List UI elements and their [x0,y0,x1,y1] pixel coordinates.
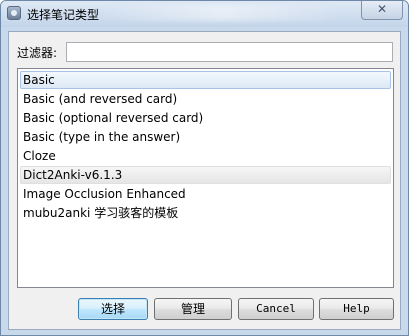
help-button[interactable]: Help [319,298,394,320]
app-icon [7,6,21,20]
list-item-basic-type-answer[interactable]: Basic (type in the answer) [20,128,391,146]
list-item-image-occlusion[interactable]: Image Occlusion Enhanced [20,185,391,203]
title-bar[interactable]: 选择笔记类型 ✕ [1,1,408,27]
filter-input[interactable] [66,42,393,62]
manage-button[interactable]: 管理 [154,298,232,320]
title-bar-glass-reflection [97,5,347,21]
list-item-dict2anki[interactable]: Dict2Anki-v6.1.3 [20,166,391,184]
dialog-body: 过滤器: Basic Basic (and reversed card) Bas… [8,31,401,330]
list-item-basic-optional-reversed[interactable]: Basic (optional reversed card) [20,109,391,127]
note-type-list[interactable]: Basic Basic (and reversed card) Basic (o… [17,68,394,288]
list-item-basic[interactable]: Basic [20,71,391,89]
list-item-mubu2anki[interactable]: mubu2anki 学习骇客的模板 [20,204,391,222]
cancel-button[interactable]: Cancel [238,298,314,320]
list-item-basic-reversed[interactable]: Basic (and reversed card) [20,90,391,108]
choose-button[interactable]: 选择 [78,298,148,320]
close-button[interactable]: ✕ [361,1,403,20]
filter-label: 过滤器: [17,46,58,60]
select-note-type-dialog: 选择笔记类型 ✕ 过滤器: Basic Basic (and reversed … [0,0,409,336]
window-title: 选择笔记类型 [27,8,100,22]
close-icon: ✕ [376,2,388,16]
list-item-cloze[interactable]: Cloze [20,147,391,165]
